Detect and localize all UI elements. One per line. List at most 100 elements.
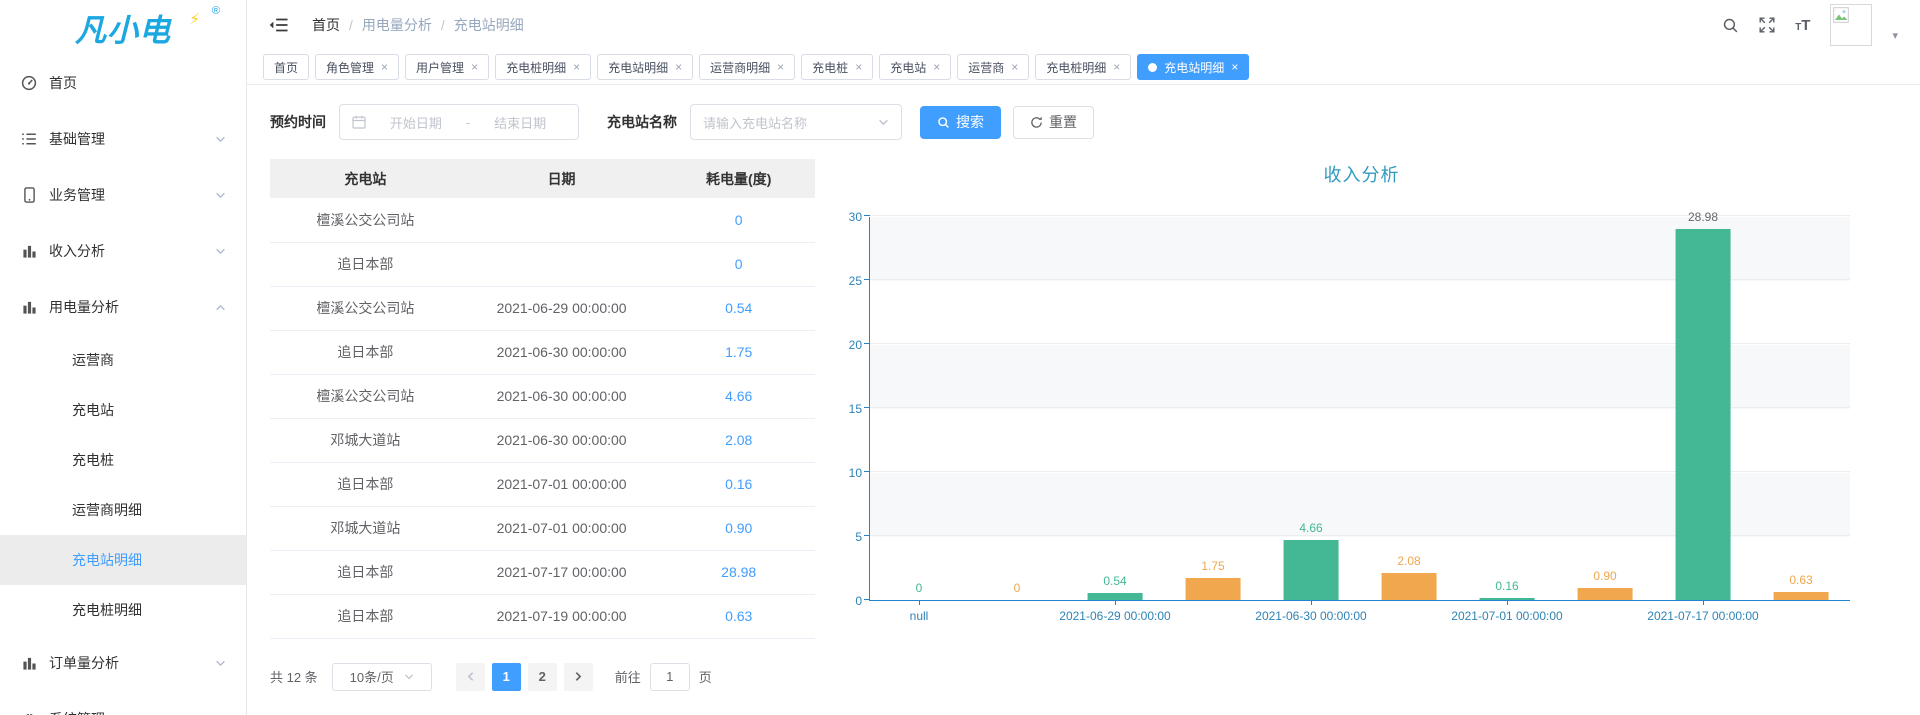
tab-label: 运营商	[968, 59, 1004, 76]
date-range-input[interactable]: 开始日期 - 结束日期	[339, 104, 579, 140]
y-axis-tick	[864, 215, 870, 216]
page-size-value: 10条/页	[350, 667, 394, 686]
tab-item[interactable]: 运营商 ×	[957, 54, 1029, 80]
tab-item[interactable]: 充电站×	[879, 54, 951, 80]
sidebar-item[interactable]: 业务管理	[0, 167, 246, 223]
breadcrumb-separator: /	[441, 17, 445, 33]
sidebar-subitem[interactable]: 充电站明细	[0, 535, 246, 585]
prev-page-button[interactable]	[456, 663, 485, 691]
chart-slot: 28.982021-07-17 00:00:00	[1654, 217, 1752, 600]
sidebar-item[interactable]: 首页	[0, 55, 246, 111]
fullscreen-icon[interactable]	[1759, 17, 1775, 33]
page-button-1[interactable]: 1	[492, 663, 521, 691]
chart-title: 收入分析	[827, 161, 1896, 187]
chart-bar	[1186, 578, 1241, 600]
tab-close-icon[interactable]: ×	[1011, 61, 1018, 73]
pagination: 共 12 条 10条/页 12 前往 页	[270, 663, 815, 691]
tab-item[interactable]: 充电桩×	[801, 54, 873, 80]
tab-item[interactable]: 充电站明细×	[597, 54, 693, 80]
tab-close-icon[interactable]: ×	[777, 61, 784, 73]
consumption-table: 充电站日期耗电量(度) 檀溪公交公司站0追日本部0檀溪公交公司站2021-06-…	[270, 159, 815, 639]
sidebar-item[interactable]: 系统管理	[0, 691, 246, 715]
tab-item[interactable]: 充电桩明细×	[495, 54, 591, 80]
tab-active[interactable]: 充电站明细×	[1137, 54, 1249, 80]
main-area: 首页 / 用电量分析 / 充电站明细 TT ▾ 首页角色管理×用户管理×充电桩明…	[247, 0, 1920, 715]
chart-slot: 1.75	[1164, 217, 1262, 600]
tab-close-icon[interactable]: ×	[933, 61, 940, 73]
sidebar-item[interactable]: 订单量分析	[0, 635, 246, 691]
sidebar-subitem[interactable]: 运营商	[0, 335, 246, 385]
chart-slot: 0.63	[1752, 217, 1850, 600]
value-link[interactable]: 0	[662, 198, 815, 242]
reset-button[interactable]: 重置	[1013, 106, 1094, 139]
sidebar-collapse-icon[interactable]	[269, 17, 288, 33]
value-link[interactable]: 1.75	[662, 330, 815, 374]
tab-item[interactable]: 运营商明细×	[699, 54, 795, 80]
value-link[interactable]: 28.98	[662, 550, 815, 594]
chart-slot: 2.08	[1360, 217, 1458, 600]
table-row: 追日本部0	[270, 242, 815, 286]
bar-value-label: 0.16	[1495, 579, 1518, 593]
tab-item[interactable]: 充电桩明细 ×	[1035, 54, 1131, 80]
station-select[interactable]: 请输入充电站名称	[690, 104, 902, 140]
value-link[interactable]: 4.66	[662, 374, 815, 418]
tab-label: 角色管理	[326, 59, 374, 76]
reset-button-label: 重置	[1049, 112, 1077, 132]
tab-label: 充电桩明细	[1046, 59, 1106, 76]
avatar[interactable]	[1830, 4, 1872, 46]
sidebar-subitem[interactable]: 充电桩明细	[0, 585, 246, 635]
table-row: 追日本部2021-06-30 00:00:001.75	[270, 330, 815, 374]
sidebar-subitem[interactable]: 充电站	[0, 385, 246, 435]
sidebar-subitem[interactable]: 充电桩	[0, 435, 246, 485]
value-link[interactable]: 2.08	[662, 418, 815, 462]
lightning-bolt-icon: ⚡	[189, 10, 200, 28]
sidebar-item-label: 业务管理	[49, 185, 105, 205]
tab-close-icon[interactable]: ×	[381, 61, 388, 73]
x-axis-label: 2021-06-29 00:00:00	[1059, 609, 1170, 623]
tab-item[interactable]: 首页	[263, 54, 309, 80]
sidebar-subitem-label: 充电站明细	[72, 550, 142, 570]
sidebar-item-label: 基础管理	[49, 129, 105, 149]
page-button-2[interactable]: 2	[528, 663, 557, 691]
sidebar-subitem-label: 运营商明细	[72, 500, 142, 520]
value-link[interactable]: 0.90	[662, 506, 815, 550]
table-row: 檀溪公交公司站2021-06-29 00:00:000.54	[270, 286, 815, 330]
font-size-icon[interactable]: TT	[1795, 18, 1810, 33]
date-cell: 2021-06-30 00:00:00	[461, 330, 663, 374]
caret-down-icon[interactable]: ▾	[1892, 29, 1898, 42]
search-icon[interactable]	[1722, 17, 1739, 34]
tab-close-icon[interactable]: ×	[1113, 61, 1120, 73]
page-buttons: 12	[485, 663, 557, 691]
next-page-button[interactable]	[564, 663, 593, 691]
chevron-down-icon	[215, 246, 226, 257]
tab-close-icon[interactable]: ×	[675, 61, 682, 73]
breadcrumb-separator: /	[349, 17, 353, 33]
value-link[interactable]: 0.16	[662, 462, 815, 506]
tab-close-icon[interactable]: ×	[573, 61, 580, 73]
breadcrumb-section: 用电量分析	[362, 15, 432, 35]
x-axis-label: null	[910, 609, 929, 623]
sidebar-item[interactable]: 基础管理	[0, 111, 246, 167]
tab-close-icon[interactable]: ×	[855, 61, 862, 73]
chart-panel: 收入分析 0510152025300null00.542021-06-29 00…	[815, 159, 1896, 691]
sidebar-item[interactable]: 收入分析	[0, 223, 246, 279]
sidebar-subitem[interactable]: 运营商明细	[0, 485, 246, 535]
goto-suffix: 页	[699, 667, 712, 686]
value-link[interactable]: 0.54	[662, 286, 815, 330]
tab-item[interactable]: 用户管理×	[405, 54, 489, 80]
tab-item[interactable]: 角色管理 ×	[315, 54, 399, 80]
page-size-select[interactable]: 10条/页	[332, 663, 432, 691]
search-button[interactable]: 搜索	[920, 106, 1001, 139]
sidebar-item[interactable]: 用电量分析	[0, 279, 246, 335]
value-link[interactable]: 0	[662, 242, 815, 286]
goto-page-input[interactable]	[650, 663, 690, 691]
tab-close-icon[interactable]: ×	[471, 61, 478, 73]
breadcrumb-home[interactable]: 首页	[312, 15, 340, 35]
chart-slot: 0.542021-06-29 00:00:00	[1066, 217, 1164, 600]
top-header: 首页 / 用电量分析 / 充电站明细 TT ▾	[247, 0, 1920, 50]
x-axis-label: 2021-07-17 00:00:00	[1647, 609, 1758, 623]
value-link[interactable]: 0.63	[662, 594, 815, 638]
tab-close-icon[interactable]: ×	[1231, 61, 1238, 73]
station-cell: 追日本部	[270, 594, 461, 638]
goto-page: 前往 页	[615, 663, 712, 691]
